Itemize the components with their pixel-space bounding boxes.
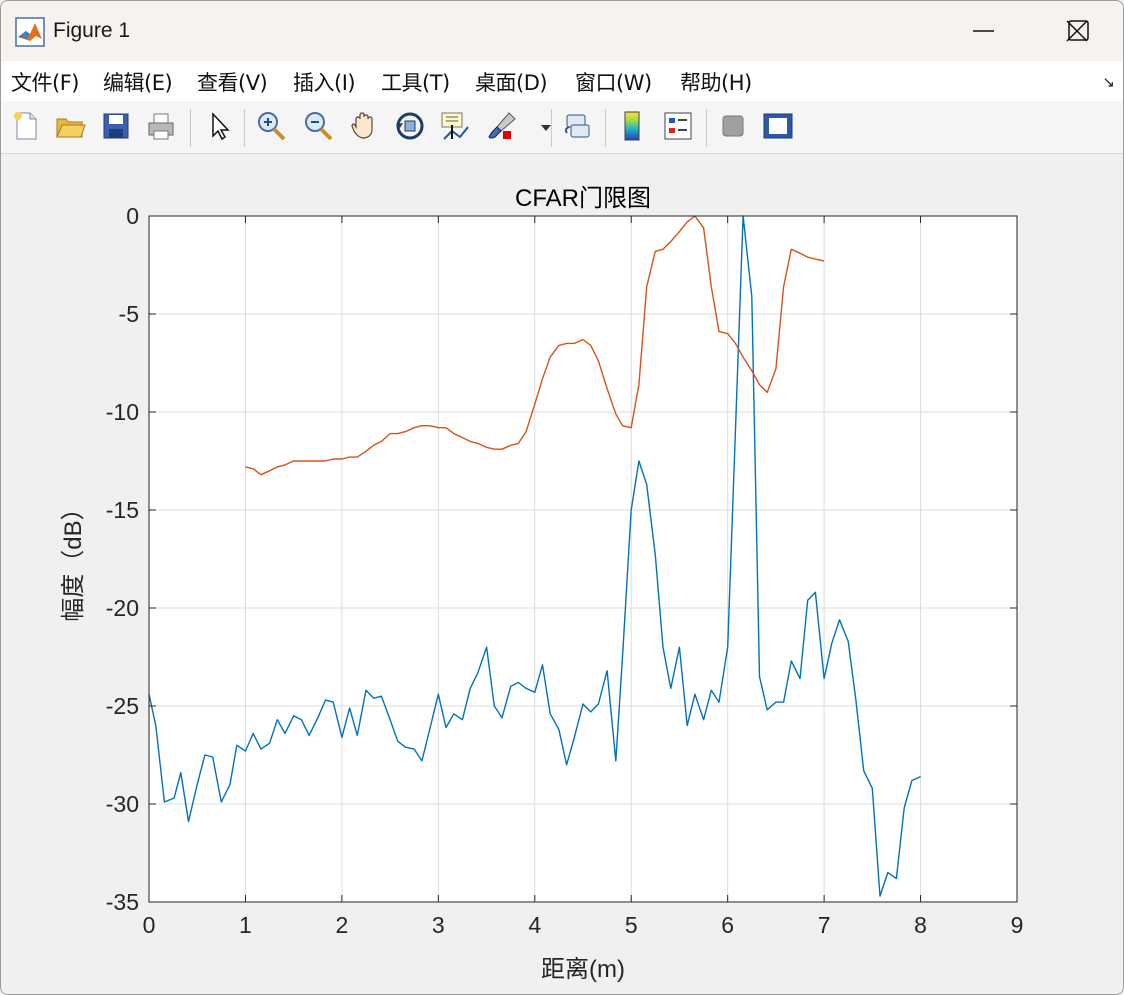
x-tick-label: 2 bbox=[335, 912, 348, 938]
menu-edit[interactable]: 编辑(E) bbox=[103, 67, 173, 97]
y-tick-label: -15 bbox=[106, 497, 139, 523]
window-title: Figure 1 bbox=[53, 19, 131, 42]
axes-background bbox=[149, 216, 1017, 902]
open-folder-icon[interactable] bbox=[53, 109, 87, 143]
y-tick-label: -30 bbox=[106, 791, 139, 817]
pan-hand-icon[interactable] bbox=[347, 109, 381, 143]
title-bar: Figure 1 bbox=[1, 1, 1123, 61]
y-tick-label: -25 bbox=[106, 693, 139, 719]
x-tick-label: 7 bbox=[818, 912, 831, 938]
x-tick-label: 9 bbox=[1011, 912, 1024, 938]
brush-icon[interactable] bbox=[485, 109, 519, 143]
y-tick-label: -35 bbox=[106, 889, 139, 915]
y-tick-label: -20 bbox=[106, 595, 139, 621]
menu-desktop[interactable]: 桌面(D) bbox=[475, 67, 548, 97]
print-icon[interactable] bbox=[144, 109, 178, 143]
brush-dropdown-icon[interactable] bbox=[529, 109, 551, 143]
x-axis-label: 距离(m) bbox=[541, 956, 625, 983]
toolbar-separator bbox=[244, 109, 245, 147]
matlab-logo-icon bbox=[15, 17, 45, 47]
x-tick-label: 3 bbox=[432, 912, 445, 938]
colorbar-icon[interactable] bbox=[615, 109, 649, 143]
zoom-in-icon[interactable] bbox=[254, 109, 288, 143]
data-cursor-icon[interactable] bbox=[438, 109, 472, 143]
y-tick-label: -5 bbox=[119, 301, 139, 327]
close-icon bbox=[1066, 20, 1088, 42]
toolbar-separator bbox=[551, 109, 552, 147]
show-plot-tools-icon[interactable] bbox=[761, 109, 795, 143]
menu-view[interactable]: 查看(V) bbox=[197, 67, 268, 97]
rotate-3d-icon[interactable] bbox=[393, 109, 427, 143]
dock-arrow-icon[interactable]: ↘ bbox=[1102, 73, 1115, 91]
menu-file[interactable]: 文件(F) bbox=[11, 67, 79, 97]
cfar-threshold-chart[interactable]: 0 1 2 3 4 5 6 7 8 90-5-10-15-20-25-30-35 CFAR门限图 … bbox=[1, 154, 1123, 994]
figure-toolbar bbox=[1, 101, 1123, 154]
chart-title: CFAR门限图 bbox=[515, 185, 651, 212]
y-tick-label: 0 bbox=[126, 203, 139, 229]
minimize-button[interactable] bbox=[938, 1, 1028, 61]
y-axis-label: 幅度（dB） bbox=[60, 496, 87, 621]
menu-help[interactable]: 帮助(H) bbox=[680, 67, 752, 97]
y-tick-label: -10 bbox=[106, 399, 139, 425]
x-tick-label: 4 bbox=[528, 912, 541, 938]
figure-window: Figure 1 文件(F) 编辑(E) 查看(V) 插入(I) 工具(T) 桌… bbox=[0, 0, 1124, 995]
menu-insert[interactable]: 插入(I) bbox=[293, 67, 356, 97]
menu-window[interactable]: 窗口(W) bbox=[575, 67, 652, 97]
new-file-icon[interactable] bbox=[9, 109, 43, 143]
save-icon[interactable] bbox=[99, 109, 133, 143]
hide-plot-tools-icon[interactable] bbox=[716, 109, 750, 143]
link-icon[interactable] bbox=[561, 109, 595, 143]
x-tick-label: 8 bbox=[914, 912, 927, 938]
x-tick-label: 6 bbox=[721, 912, 734, 938]
x-tick-label: 0 bbox=[143, 912, 156, 938]
close-button[interactable] bbox=[1031, 1, 1121, 61]
menu-bar: 文件(F) 编辑(E) 查看(V) 插入(I) 工具(T) 桌面(D) 窗口(W… bbox=[1, 61, 1123, 101]
menu-tools[interactable]: 工具(T) bbox=[381, 67, 450, 97]
toolbar-separator bbox=[706, 109, 707, 147]
legend-icon[interactable] bbox=[661, 109, 695, 143]
toolbar-separator bbox=[190, 109, 191, 147]
minimize-icon bbox=[973, 30, 994, 32]
figure-canvas: 0 1 2 3 4 5 6 7 8 9 0 -5 -10 -15 -20 -25 -30 -35 CFAR门限图 … bbox=[1, 154, 1123, 994]
zoom-out-icon[interactable] bbox=[301, 109, 335, 143]
x-tick-label: 5 bbox=[625, 912, 638, 938]
x-tick-label: 1 bbox=[239, 912, 252, 938]
toolbar-separator bbox=[605, 109, 606, 147]
pointer-icon[interactable] bbox=[202, 109, 236, 143]
